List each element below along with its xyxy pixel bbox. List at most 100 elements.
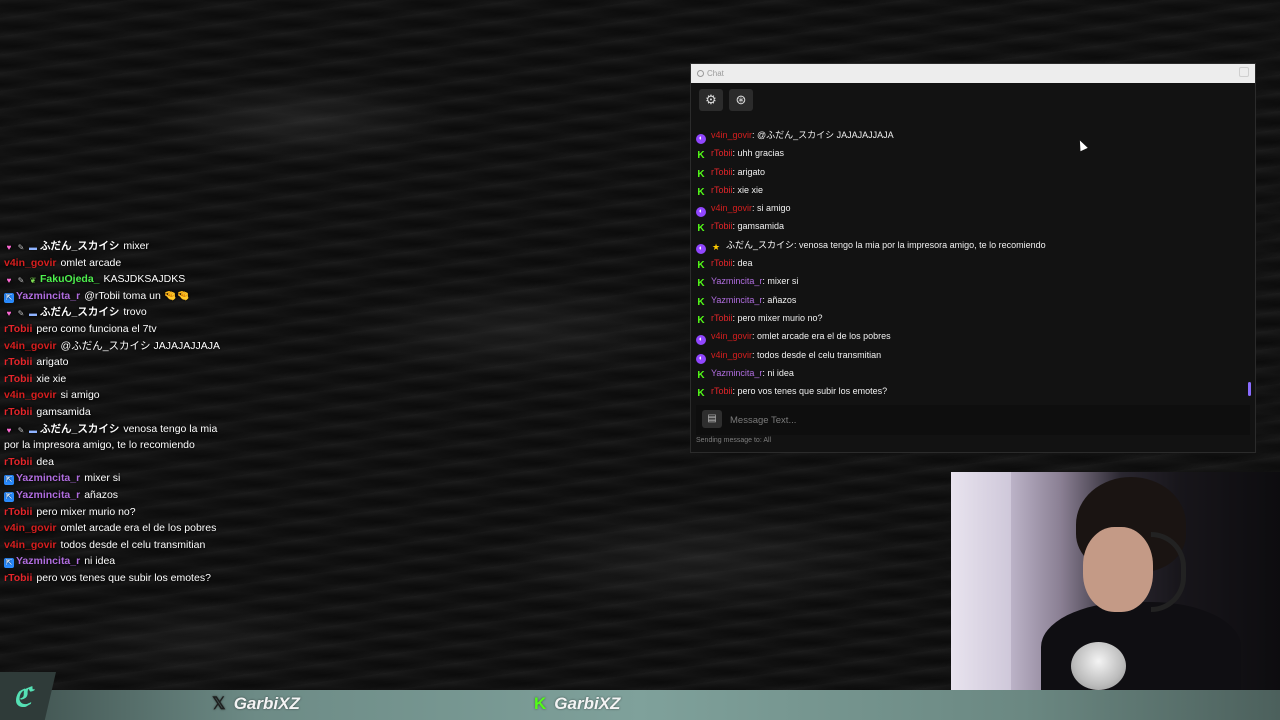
chat-message: ◐ v4in_govir: @ふだん_スカイシ JAJAJAJJAJA — [696, 126, 1241, 144]
pin-badge-icon: ✎ — [17, 243, 25, 252]
chat-username[interactable]: v4in_govir — [711, 350, 752, 360]
chat-username[interactable]: Yazmincita_r — [711, 295, 762, 305]
x-logo-icon: 𝕏 — [212, 694, 226, 713]
emote-button[interactable]: ⊛ — [729, 89, 753, 111]
chat-message: KrTobii: arigato — [696, 163, 1241, 181]
leaf-badge-icon: ❦ — [29, 276, 37, 286]
settings-button[interactable]: ⚙ — [699, 89, 723, 111]
chat-titlebar[interactable]: Chat — [691, 64, 1255, 83]
chat-username[interactable]: Yazmincita_r — [711, 276, 762, 286]
chat-username[interactable]: v4in_govir — [711, 331, 752, 341]
chat-message: K Yazmincita_r: añazos — [696, 291, 1241, 309]
overlay-username: rTobii — [4, 356, 33, 369]
overlay-message-text: xie xie — [36, 372, 67, 385]
chat-username[interactable]: rTobii — [711, 221, 733, 231]
chat-username[interactable]: rTobii — [711, 386, 733, 396]
heart-badge-icon: ♥ — [6, 309, 12, 319]
twitch-icon: ◐ — [696, 335, 706, 346]
chat-username[interactable]: rTobii — [711, 167, 733, 177]
chat-username[interactable]: Yazmincita_r — [711, 368, 762, 378]
overlay-message: rTobii pero vos tenes que subir los emote… — [4, 570, 232, 587]
chat-message: ◐ ★ ふだん_スカイシ: venosa tengo la mia por la i… — [696, 236, 1241, 254]
chat-username[interactable]: rTobii — [711, 258, 733, 268]
twitch-icon: ◐ — [696, 134, 706, 144]
chat-message: KrTobii: pero mixer murio no? — [696, 309, 1241, 327]
pin-badge-icon: ✎ — [17, 276, 25, 286]
chat-username[interactable]: rTobii — [711, 148, 733, 158]
chat-username[interactable]: v4in_govir — [711, 130, 752, 140]
chat-message: KrTobii: dea — [696, 254, 1241, 272]
heart-badge-icon: ♥ — [6, 243, 12, 252]
chat-window: Chat ⚙ ⊛ ◐ v4in_govir: @ふだん_スカイシ JAJAJAJJA… — [690, 63, 1256, 453]
overlay-username: rTobii — [4, 505, 33, 518]
kick-icon: K — [697, 314, 705, 326]
webcam-face — [1083, 527, 1153, 612]
message-list[interactable]: ◐ v4in_govir: @ふだん_スカイシ JAJAJAJJAJA KrTobi… — [696, 126, 1241, 401]
overlay-message-text: pero como funciona el 7tv — [36, 322, 157, 335]
overlay-username: Yazmincita_r — [16, 472, 81, 485]
chat-message: ◐ v4in_govir: si amigo — [696, 199, 1241, 218]
chat-message-text: : añazos — [762, 294, 797, 305]
chat-message-text: : arigato — [732, 166, 766, 177]
chat-message-text: : ni idea — [762, 367, 794, 378]
chat-username[interactable]: ふだん_スカイシ — [726, 240, 794, 250]
close-button[interactable] — [1239, 67, 1249, 77]
kick-icon: K — [697, 369, 705, 381]
overlay-username: rTobii — [4, 455, 33, 468]
chat-message: KrTobii: xie xie — [696, 181, 1241, 199]
overlay-message: rTobii dea — [4, 454, 232, 471]
chat-username[interactable]: rTobii — [711, 313, 733, 323]
overlay-message-text: todos desde el celu transmitian — [60, 538, 206, 551]
kick-handle: GarbiXZ — [554, 694, 621, 713]
overlay-message: v4in_govir @ふだん_スカイシ JAJAJAJJAJA — [4, 338, 232, 355]
overlay-message: v4in_govir omlet arcade era el de los pob… — [4, 520, 232, 537]
kick-icon: K — [697, 260, 705, 272]
sending-to-label: Sending message to: All — [696, 437, 772, 444]
overlay-message-text: mixer si — [84, 472, 121, 485]
shield-badge-icon: ▬ — [29, 425, 37, 435]
kick-icon: K — [697, 388, 705, 400]
overlay-message: v4in_govir todos desde el celu transmitia… — [4, 537, 232, 554]
overlay-message-text: pero mixer murio no? — [36, 505, 136, 518]
webcam-wall — [951, 472, 1011, 690]
chat-message-text: : @ふだん_スカイシ JAJAJAJJAJA — [752, 130, 894, 140]
overlay-username: ふだん_スカイシ — [40, 422, 120, 435]
overlay-message: ⇱ Yazmincita_r mixer si — [4, 470, 232, 487]
chat-window-title: Chat — [707, 69, 724, 78]
overlay-username: Yazmincita_r — [16, 488, 81, 501]
overlay-message-text: pero vos tenes que subir los emotes? — [36, 571, 211, 584]
chat-username[interactable]: v4in_govir — [711, 203, 752, 213]
kick-icon: K — [697, 296, 705, 308]
chat-message: ◐ v4in_govir: omlet arcade era el de los … — [696, 327, 1241, 346]
overlay-username: ふだん_スカイシ — [40, 240, 120, 252]
chat-message: KrTobii: gamsamida — [696, 217, 1241, 235]
overlay-username: rTobii — [4, 405, 33, 418]
bottom-bar — [0, 690, 1280, 720]
overlay-username: ふだん_スカイシ — [40, 306, 120, 319]
scrollbar-thumb[interactable] — [1248, 382, 1251, 396]
overlay-message-text: dea — [36, 455, 54, 468]
overlay-message-text: @rTobii toma un 🤏🤏 — [84, 289, 190, 302]
overlay-message: rTobii pero como funciona el 7tv — [4, 321, 232, 338]
chat-bubble-icon[interactable]: ▤ — [702, 410, 722, 428]
kick-badge-icon: ⇱ — [4, 292, 14, 303]
chat-message-text: : gamsamida — [732, 221, 785, 232]
overlay-username: v4in_govir — [4, 538, 57, 551]
pin-badge-icon: ✎ — [17, 309, 25, 319]
overlay-message: ⇱ Yazmincita_r @rTobii toma un 🤏🤏 — [4, 288, 232, 305]
kick-icon: K — [697, 168, 705, 180]
chat-toolbar: ⚙ ⊛ — [691, 83, 1255, 113]
chat-message-text: : pero vos tenes que subir los emotes? — [732, 386, 888, 397]
chat-message-text: : xie xie — [732, 184, 764, 195]
kick-logo-icon: K — [534, 694, 547, 713]
overlay-username: FakuOjeda_ — [40, 273, 100, 286]
overlay-message-text: si amigo — [60, 389, 100, 402]
kick-badge-icon: ⇱ — [4, 558, 14, 569]
kick-badge-icon: ⇱ — [4, 491, 14, 502]
overlay-message: ♥ ✎ ▬ ふだん_スカイシ mixer — [4, 238, 232, 255]
chat-message-text: : si amigo — [752, 203, 791, 214]
social-x: 𝕏 GarbiXZ — [212, 694, 300, 714]
message-input[interactable] — [728, 410, 1232, 430]
overlay-message-text: KASJDKSAJDKS — [103, 273, 186, 286]
chat-username[interactable]: rTobii — [711, 185, 733, 195]
